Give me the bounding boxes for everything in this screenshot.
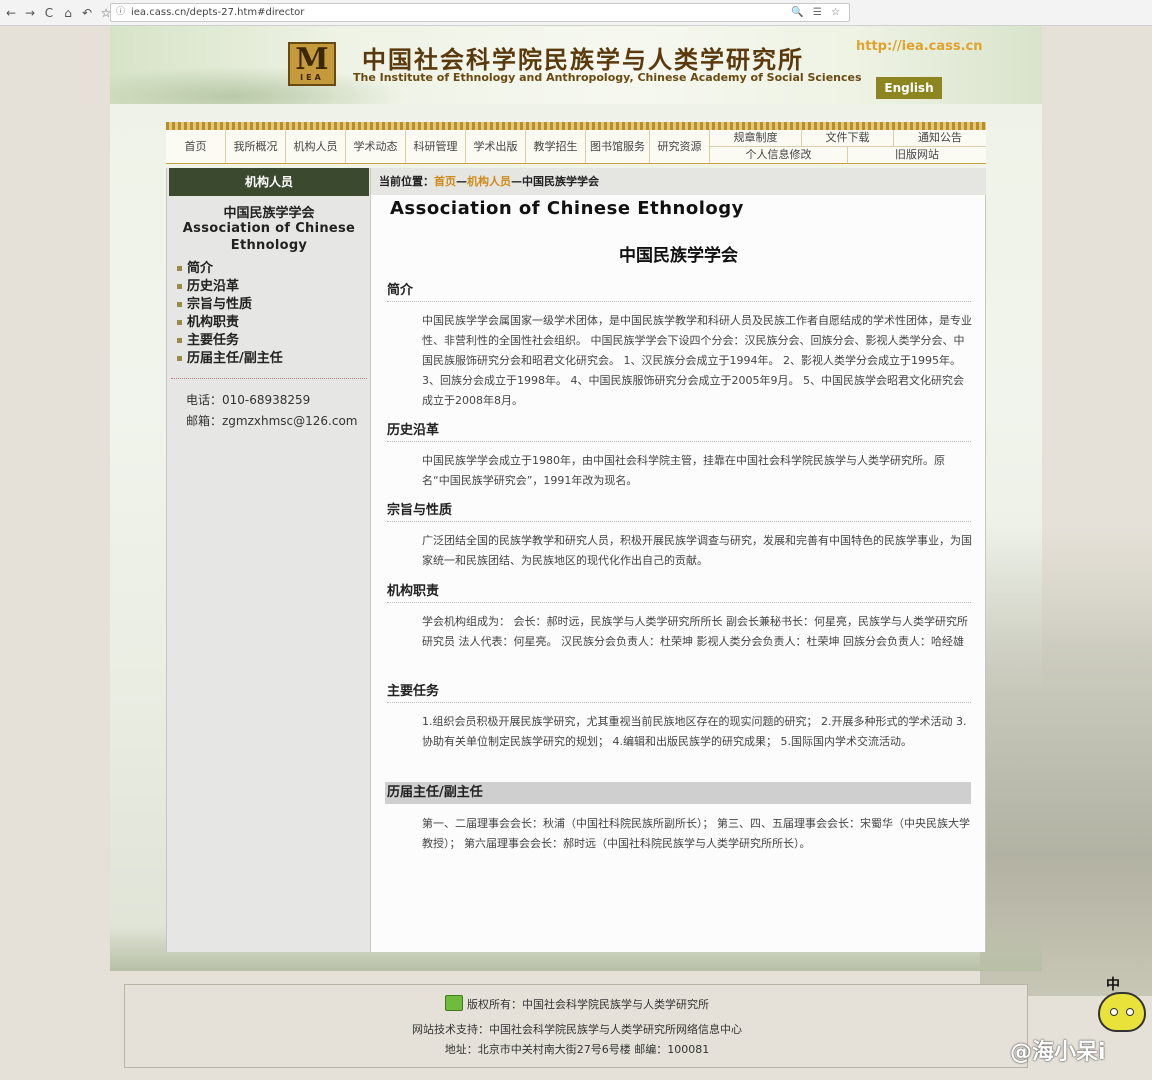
- chart-icon: [445, 995, 463, 1011]
- sidebar-item-label: 主要任务: [187, 333, 240, 348]
- section-heading-purpose: 宗旨与性质: [387, 502, 971, 522]
- breadcrumb-prefix: 当前位置：: [379, 175, 434, 188]
- contact-phone: 电话：010-68938259: [186, 393, 311, 407]
- nav-item-research[interactable]: 科研管理: [406, 130, 466, 163]
- breadcrumb: 当前位置：首页—机构人员—中国民族学学会: [371, 168, 986, 195]
- page-info-icon[interactable]: ⓘ: [116, 4, 125, 21]
- mascot-eye: [1110, 1008, 1118, 1016]
- nav-item-about[interactable]: 我所概况: [226, 130, 286, 163]
- mascot-body: [1098, 992, 1146, 1032]
- address-bar-url: iea.cass.cn/depts-27.htm#director: [131, 7, 305, 18]
- section-body-directors: 第一、二届理事会会长：秋浦（中国社科院民族所副所长）； 第三、四、五届理事会会长…: [422, 817, 970, 850]
- mascot-sticker: 中: [1096, 977, 1150, 1036]
- site-url-link[interactable]: http://iea.cass.cn: [856, 39, 983, 54]
- site-header: M IEA 中国社会科学院民族学与人类学研究所 The Institute of…: [110, 26, 1042, 104]
- sidebar-item-label: 宗旨与性质: [187, 297, 253, 312]
- bullet-icon: [177, 356, 182, 361]
- section-heading-tasks: 主要任务: [387, 683, 971, 703]
- sidebar-item-label: 机构职责: [187, 315, 240, 330]
- section-body-intro: 中国民族学学会属国家一级学术团体，是中国民族学教学和科研人员及民族工作者自愿结成…: [422, 314, 972, 407]
- bullet-icon: [177, 284, 182, 289]
- forward-icon[interactable]: →: [22, 3, 38, 23]
- logo-letters: M: [295, 42, 329, 77]
- nav-item-news[interactable]: 学术动态: [346, 130, 406, 163]
- mascot-eye: [1126, 1008, 1134, 1016]
- sidebar-org-name-cn: 中国民族学学会: [223, 206, 315, 221]
- main-content: 当前位置：首页—机构人员—中国民族学学会 Association of Chin…: [370, 168, 986, 952]
- breadcrumb-current: 中国民族学学会: [522, 175, 599, 188]
- sidebar-item-purpose[interactable]: 宗旨与性质: [177, 296, 367, 314]
- nav-item-library[interactable]: 图书馆服务: [586, 130, 650, 163]
- sidebar-item-duties[interactable]: 机构职责: [177, 314, 367, 332]
- section-heading-directors: 历届主任/副主任: [385, 782, 971, 804]
- address-bar-actions-icon[interactable]: 🔍 ☰ ☆: [791, 4, 843, 21]
- footer-support: 网站技术支持：中国社会科学院民族学与人类学研究所网络信息中心: [412, 1023, 742, 1036]
- address-bar[interactable]: ⓘ iea.cass.cn/depts-27.htm#director 🔍 ☰ …: [110, 3, 850, 22]
- weibo-watermark: @海小呆i: [1010, 1040, 1106, 1065]
- nav-item-home[interactable]: 首页: [166, 130, 226, 163]
- site-footer: 版权所有：中国社会科学院民族学与人类学研究所 网站技术支持：中国社会科学院民族学…: [124, 984, 1028, 1068]
- breadcrumb-separator: —: [511, 175, 522, 188]
- section-body-history: 中国民族学学会成立于1980年，由中国社会科学院主管，挂靠在中国社会科学院民族学…: [422, 454, 945, 487]
- sidebar-item-history[interactable]: 历史沿革: [177, 278, 367, 296]
- bullet-icon: [177, 302, 182, 307]
- main-nav: 首页 我所概况 机构人员 学术动态 科研管理 学术出版 教学招生 图书馆服务 研…: [166, 122, 986, 164]
- sidebar-item-directors[interactable]: 历届主任/副主任: [177, 350, 367, 368]
- site-title-cn: 中国社会科学院民族学与人类学研究所: [362, 45, 804, 74]
- section-heading-duties: 机构职责: [387, 583, 971, 603]
- nav-secondary: 规章制度 文件下载 通知公告 个人信息修改 旧版网站: [710, 130, 986, 163]
- site-logo[interactable]: M IEA: [288, 42, 336, 86]
- sidebar-item-label: 简介: [187, 261, 214, 276]
- breadcrumb-dept-link[interactable]: 机构人员: [467, 175, 511, 188]
- bullet-icon: [177, 320, 182, 325]
- nav-item-teaching[interactable]: 教学招生: [526, 130, 586, 163]
- page-container: M IEA 中国社会科学院民族学与人类学研究所 The Institute of…: [110, 26, 1152, 996]
- section-body-purpose: 广泛团结全国的民族学教学和研究人员，积极开展民族学调查与研究，发展和完善有中国特…: [422, 534, 972, 567]
- sidebar-item-intro[interactable]: 简介: [177, 260, 367, 278]
- nav-item-resources[interactable]: 研究资源: [650, 130, 710, 163]
- bullet-icon: [177, 338, 182, 343]
- reload-icon[interactable]: C: [41, 3, 57, 23]
- nav-item-old-site[interactable]: 旧版网站: [848, 147, 986, 163]
- back-icon[interactable]: ←: [3, 3, 19, 23]
- sidebar-item-tasks[interactable]: 主要任务: [177, 332, 367, 350]
- browser-toolbar: ← → C ⌂ ↶ ☆ ⓘ iea.cass.cn/depts-27.htm#d…: [0, 0, 1152, 26]
- site-title-en: The Institute of Ethnology and Anthropol…: [353, 71, 862, 84]
- nav-item-notices[interactable]: 通知公告: [894, 130, 986, 146]
- breadcrumb-home-link[interactable]: 首页: [434, 175, 456, 188]
- sidebar-item-label: 历史沿革: [187, 279, 240, 294]
- sidebar-contact: 电话：010-68938259 邮箱：zgmzxhmsc@126.com: [186, 390, 358, 432]
- mascot-label: 中: [1106, 977, 1120, 993]
- contact-email: 邮箱：zgmzxhmsc@126.com: [186, 414, 358, 428]
- sidebar-links: 简介 历史沿革 宗旨与性质 机构职责 主要任务 历届主任/副主任: [177, 260, 367, 368]
- undo-icon[interactable]: ↶: [79, 3, 95, 23]
- nav-item-staff[interactable]: 机构人员: [286, 130, 346, 163]
- nav-item-regulations[interactable]: 规章制度: [710, 130, 802, 146]
- footer-copyright-line: 版权所有：中国社会科学院民族学与人类学研究所: [125, 995, 1029, 1012]
- sidebar-heading: 机构人员: [169, 168, 369, 196]
- nav-border-decoration: [166, 122, 986, 130]
- english-button[interactable]: English: [876, 77, 942, 99]
- nav-item-profile-edit[interactable]: 个人信息修改: [710, 147, 848, 163]
- sidebar-divider: [171, 378, 367, 379]
- section-body-duties: 学会机构组成为： 会长：郝时远，民族学与人类学研究所所长 副会长兼秘书长：何星亮…: [422, 615, 968, 648]
- nav-item-publications[interactable]: 学术出版: [466, 130, 526, 163]
- home-icon[interactable]: ⌂: [60, 3, 76, 23]
- breadcrumb-separator: —: [456, 175, 467, 188]
- logo-subtext: IEA: [300, 73, 324, 82]
- footer-address: 地址：北京市中关村南大街27号6号楼 邮编：100081: [444, 1043, 710, 1056]
- page-title-en: Association of Chinese Ethnology: [390, 198, 744, 219]
- section-heading-history: 历史沿革: [387, 422, 971, 442]
- section-heading-intro: 简介: [387, 282, 971, 302]
- sidebar: 机构人员 中国民族学学会 Association of Chinese Ethn…: [166, 168, 370, 952]
- bullet-icon: [177, 266, 182, 271]
- nav-item-downloads[interactable]: 文件下载: [802, 130, 894, 146]
- section-body-tasks: 1.组织会员积极开展民族学研究，尤其重视当前民族地区存在的现实问题的研究； 2.…: [422, 715, 967, 748]
- sidebar-org-name-en: Association of Chinese Ethnology: [182, 221, 356, 253]
- page-title-cn: 中国民族学学会: [619, 246, 738, 266]
- footer-copyright: 版权所有：中国社会科学院民族学与人类学研究所: [467, 998, 709, 1011]
- sidebar-item-label: 历届主任/副主任: [187, 351, 283, 366]
